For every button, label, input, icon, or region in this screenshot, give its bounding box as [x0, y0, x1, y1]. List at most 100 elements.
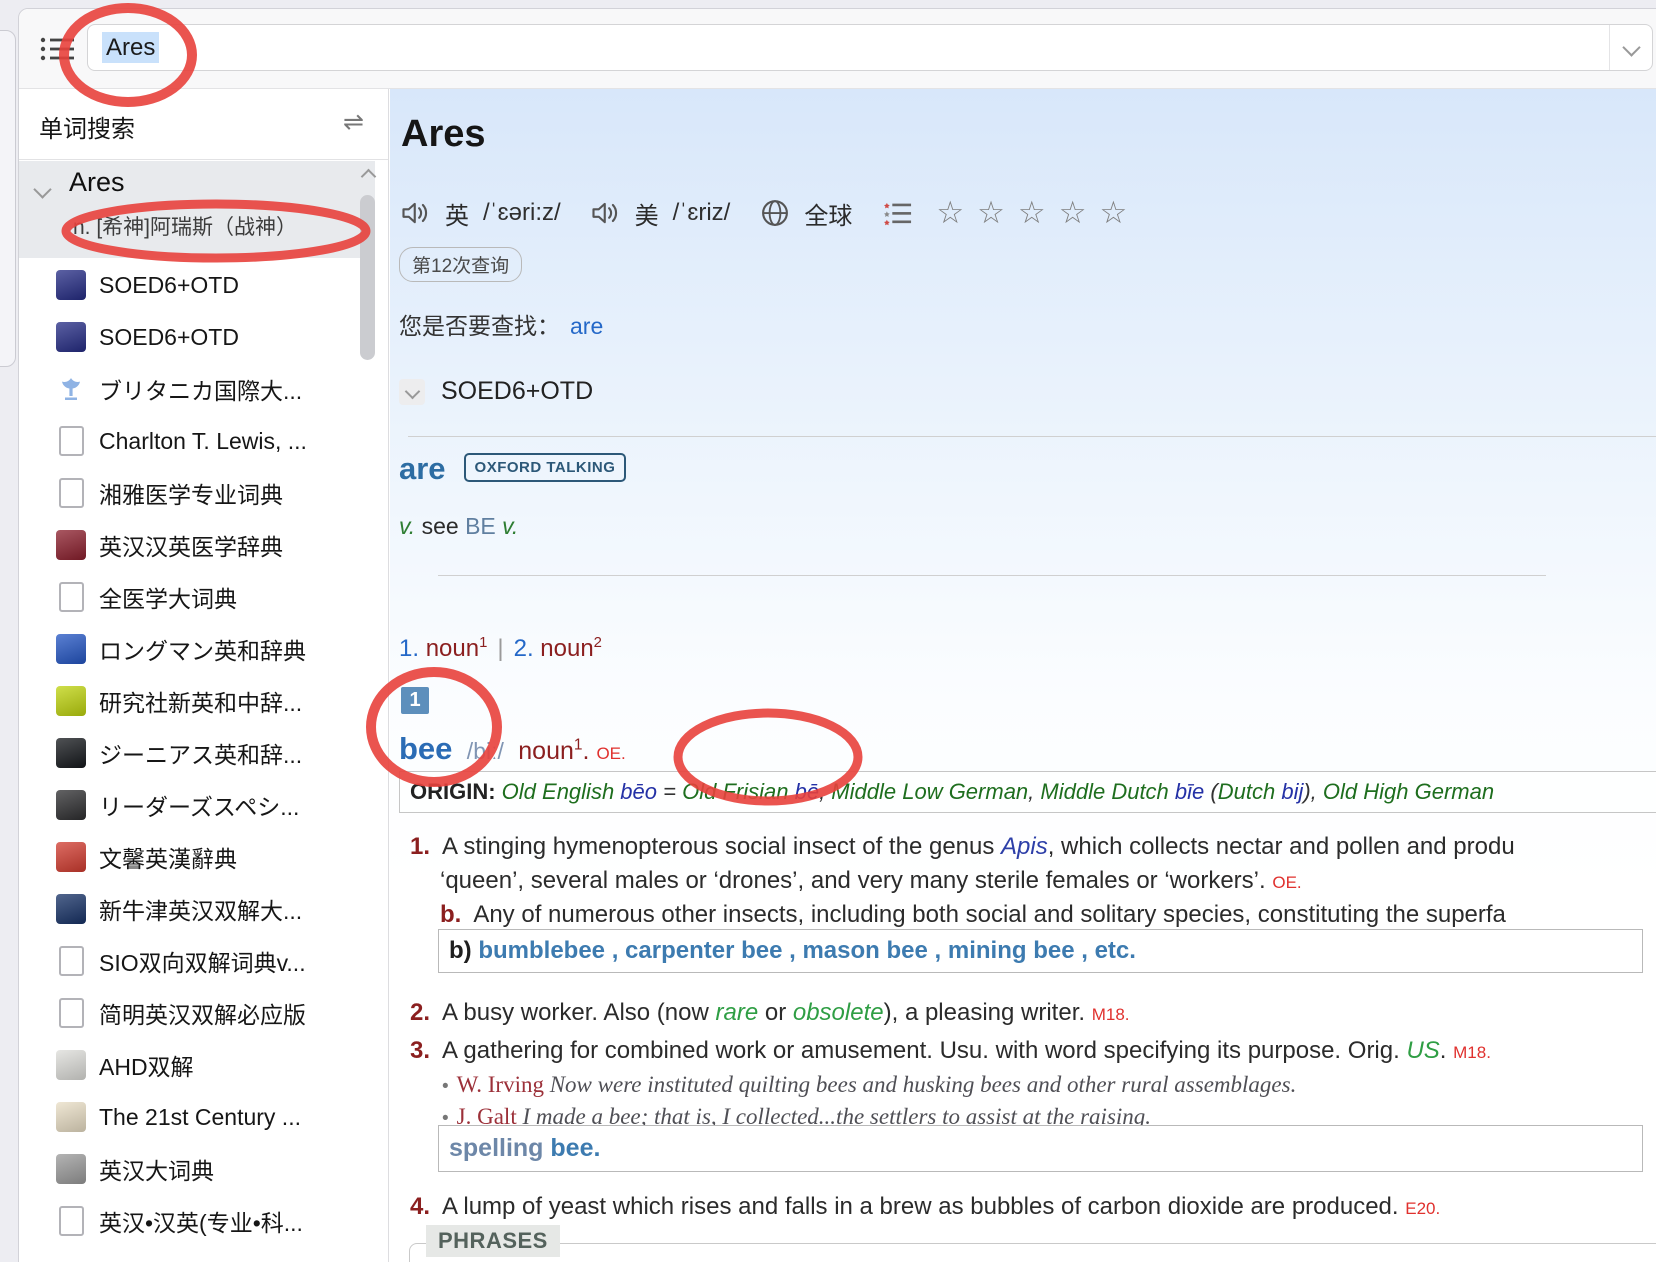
document-icon	[59, 998, 84, 1028]
text-segment: Any of numerous other insects, including…	[473, 901, 1506, 928]
book-cover-icon	[56, 634, 86, 664]
carpenter-bee-link[interactable]: carpenter bee	[625, 937, 782, 964]
spelling-bee-link[interactable]: spelling	[449, 1134, 550, 1162]
swap-direction-icon[interactable]: ⇌	[343, 107, 364, 137]
dictionary-icon	[55, 269, 87, 301]
tree-word-translation[interactable]: n. [希神]阿瑞斯（战神）	[73, 211, 297, 241]
be-link[interactable]: BE	[465, 513, 496, 539]
dictionary-list-item[interactable]: 研究社新英和中辞...	[19, 675, 375, 727]
text-segment: bīe	[1175, 779, 1204, 804]
text-segment: Middle Dutch	[1040, 779, 1175, 804]
document-icon	[59, 946, 84, 976]
homograph-number-badge: 1	[401, 687, 429, 714]
collapse-section-button[interactable]	[399, 379, 425, 405]
speaker-icon[interactable]	[401, 199, 431, 227]
dictionary-list-item[interactable]: 简明英汉双解必应版	[19, 987, 375, 1039]
dictionary-list-item[interactable]: Charlton T. Lewis, ...	[19, 415, 375, 467]
are-headword: are	[399, 451, 446, 487]
dictionary-list-item[interactable]: 新牛津英汉双解大...	[19, 883, 375, 935]
dictionary-label: ブリタニカ国際大...	[99, 372, 302, 406]
noun2-link[interactable]: 2.	[514, 635, 541, 662]
text-segment: ,	[605, 937, 625, 964]
dictionary-list-item[interactable]: リーダーズスペシ...	[19, 779, 375, 831]
dictionary-list-item[interactable]: AHD双解	[19, 1039, 375, 1091]
bee-headword: bee	[399, 731, 452, 766]
dictionary-label: The 21st Century ...	[99, 1104, 301, 1131]
search-dropdown-button[interactable]	[1609, 25, 1652, 70]
dictionary-list-item[interactable]: 湘雅医学专业词典	[19, 467, 375, 519]
dictionary-list-item[interactable]: The 21st Century ...	[19, 1091, 375, 1143]
noun1-link[interactable]: noun	[426, 635, 479, 662]
dictionary-label: 英汉汉英医学辞典	[99, 528, 283, 562]
global-label[interactable]: 全球	[804, 196, 852, 231]
definition-1b: b. Any of numerous other insects, includi…	[440, 901, 1506, 929]
dictionary-icon	[55, 789, 87, 821]
mason-bee-link[interactable]: mason bee	[802, 937, 927, 964]
crossref-box[interactable]: b) bumblebee , carpenter bee , mason bee…	[438, 929, 1643, 973]
dictionary-icon	[55, 997, 87, 1029]
dictionary-list-item[interactable]: SOED6+OTD	[19, 259, 375, 311]
book-cover-icon	[56, 894, 86, 924]
tree-word[interactable]: Ares	[69, 167, 125, 198]
dictionary-label: SIO双向双解词典v...	[99, 944, 306, 978]
entry-headword: Ares	[401, 113, 486, 156]
text-segment: ,	[928, 937, 948, 964]
mining-bee-link[interactable]: mining bee	[948, 937, 1075, 964]
bumblebee-link[interactable]: bumblebee	[478, 937, 605, 964]
dictionary-icon	[55, 477, 87, 509]
rating-stars[interactable]: ☆☆☆☆☆	[936, 195, 1140, 231]
us-label: 美	[635, 196, 659, 231]
dictionary-list-item[interactable]: SIO双向双解词典v...	[19, 935, 375, 987]
dictionary-list-item[interactable]: 英汉大词典	[19, 1143, 375, 1195]
spelling-bee-link[interactable]: bee.	[550, 1134, 600, 1162]
dictionary-label: 英汉•汉英(专业•科...	[99, 1204, 303, 1238]
text-segment: =	[657, 779, 682, 804]
definition-1-line-1: 1.A stinging hymenopterous social insect…	[410, 833, 1515, 861]
definition-3: 3.A gathering for combined work or amuse…	[410, 1037, 1491, 1065]
dictionary-label: 全医学大词典	[99, 580, 237, 614]
oxford-talking-badge[interactable]: OXFORD TALKING	[464, 453, 627, 482]
sidebar-scrollbar-thumb[interactable]	[360, 195, 375, 360]
background-window-edge	[0, 30, 16, 367]
text-segment: •	[442, 1076, 449, 1097]
dictionary-section-name: SOED6+OTD	[441, 377, 593, 406]
chevron-down-icon[interactable]	[33, 180, 51, 198]
dictionary-list-item[interactable]: ジーニアス英和辞...	[19, 727, 375, 779]
book-cover-icon	[56, 1102, 86, 1132]
dictionary-list: SOED6+OTD SOED6+OTD	[19, 259, 375, 1247]
text-segment: M18.	[1453, 1043, 1491, 1062]
noun2-link[interactable]: noun	[540, 635, 593, 662]
dictionary-list-item[interactable]: 全医学大词典	[19, 571, 375, 623]
dictionary-list-item[interactable]: ロングマン英和辞典	[19, 623, 375, 675]
globe-icon[interactable]	[760, 198, 790, 228]
text-segment: b.	[440, 901, 461, 928]
text-segment: .	[583, 737, 597, 765]
dictionary-list-item[interactable]: SOED6+OTD	[19, 311, 375, 363]
search-input[interactable]: Ares	[87, 24, 1653, 71]
dictionary-app-window: Ares 单词搜索 ⇌ Ares n. [希神]阿瑞斯（战神）	[18, 8, 1656, 1262]
dictionary-label: SOED6+OTD	[99, 272, 239, 299]
noun1-link[interactable]: 1.	[399, 635, 426, 662]
did-you-mean-link[interactable]: are	[570, 313, 603, 339]
dictionary-icon	[55, 373, 87, 405]
text-segment: Middle Low German	[831, 779, 1028, 804]
dictionary-list-item[interactable]: 英汉汉英医学辞典	[19, 519, 375, 571]
quotation-1: •W. Irving Now were instituted quilting …	[442, 1071, 1296, 1098]
uk-ipa: /ˈɛəri:z/	[483, 199, 561, 227]
wordbook-list-icon[interactable]	[882, 200, 912, 226]
britannica-emblem-icon	[57, 375, 85, 403]
dictionary-list-item[interactable]: 文馨英漢辭典	[19, 831, 375, 883]
search-result-tree-selected[interactable]: Ares n. [希神]阿瑞斯（战神）	[19, 161, 375, 258]
search-text: Ares	[102, 25, 159, 70]
dictionary-list-item[interactable]: 英汉•汉英(专业•科...	[19, 1195, 375, 1247]
text-segment: W. Irving	[457, 1072, 550, 1097]
word-list-icon[interactable]	[39, 35, 75, 63]
speaker-icon[interactable]	[591, 199, 621, 227]
spelling-bee-crossref-box[interactable]: spelling bee.	[438, 1125, 1643, 1172]
text-segment: ‘queen’, several males or ‘drones’, and …	[440, 867, 1272, 894]
text-segment: noun	[518, 737, 574, 765]
dictionary-list-item[interactable]: ブリタニカ国際大...	[19, 363, 375, 415]
dictionary-label: 湘雅医学专业词典	[99, 476, 283, 510]
text-segment: E20.	[1405, 1199, 1440, 1218]
dictionary-icon	[55, 425, 87, 457]
